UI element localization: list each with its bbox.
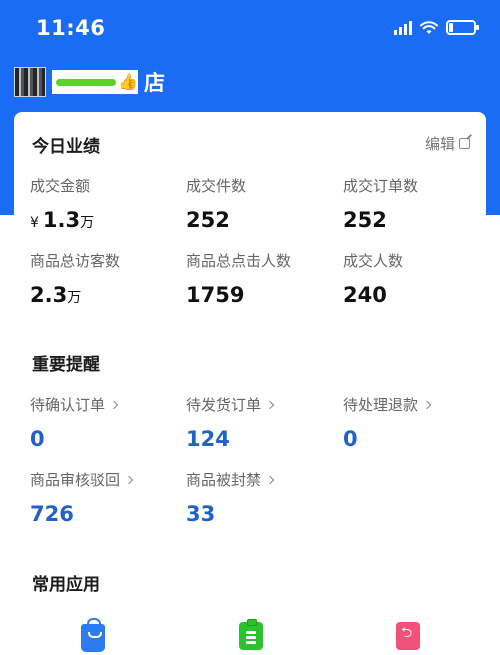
reminder-pending-confirm[interactable]: 待确认订单 0 xyxy=(30,394,180,451)
today-header: 今日业绩 编辑 xyxy=(14,112,486,168)
metric-label: 商品总访客数 xyxy=(30,252,121,270)
today-title: 今日业绩 xyxy=(32,137,100,157)
chevron-right-icon xyxy=(124,475,134,485)
store-avatar xyxy=(14,67,46,97)
reminder-pending-shipment[interactable]: 待发货订单 124 xyxy=(186,394,336,451)
wifi-icon xyxy=(420,20,438,34)
reminder-label: 待确认订单 xyxy=(30,394,180,415)
metric-label: 成交金额 xyxy=(30,177,91,195)
return-icon[interactable] xyxy=(396,622,420,650)
chevron-right-icon xyxy=(109,400,119,410)
metric-buyers: 成交人数 240 xyxy=(343,250,493,307)
metric-visitors: 商品总访客数 2.3万 xyxy=(30,250,180,307)
metric-value: 1759 xyxy=(186,283,245,307)
metric-label: 商品总点击人数 xyxy=(186,252,292,270)
metric-value: 252 xyxy=(343,208,387,232)
reminder-label: 待发货订单 xyxy=(186,394,336,415)
reminder-value: 726 xyxy=(30,502,74,526)
store-name-redacted: 👍 xyxy=(52,70,138,94)
store-name-suffix: 店 xyxy=(144,71,165,95)
cellular-signal-icon xyxy=(394,20,412,35)
reminder-value: 124 xyxy=(186,427,230,451)
battery-icon xyxy=(446,20,479,35)
reminder-value: 0 xyxy=(30,427,45,451)
edit-label: 编辑 xyxy=(424,135,455,153)
metric-value: 2.3万 xyxy=(30,283,82,307)
metric-label: 成交人数 xyxy=(343,252,404,270)
chevron-right-icon xyxy=(422,400,432,410)
metric-orders: 成交订单数 252 xyxy=(343,175,493,232)
apps-row xyxy=(14,618,486,655)
reminder-review-rejected[interactable]: 商品审核驳回 726 xyxy=(30,469,180,526)
metric-label: 成交件数 xyxy=(186,177,247,195)
metric-sales-amount: 成交金额 ¥1.3万 xyxy=(30,175,180,232)
dashboard-card: 今日业绩 编辑 成交金额 ¥1.3万 成交件数 252 成交订单数 252 商品… xyxy=(14,112,486,655)
metric-items-sold: 成交件数 252 xyxy=(186,175,336,232)
reminder-label: 商品审核驳回 xyxy=(30,469,180,490)
reminder-banned-products[interactable]: 商品被封禁 33 xyxy=(186,469,336,526)
edit-icon xyxy=(459,138,470,149)
metric-clicks: 商品总点击人数 1759 xyxy=(186,250,336,307)
reminder-label: 待处理退款 xyxy=(343,394,493,415)
metric-value: ¥1.3万 xyxy=(30,208,95,232)
chevron-right-icon xyxy=(265,400,275,410)
status-bar: 11:46 xyxy=(0,0,500,60)
store-header[interactable]: 👍 店 xyxy=(14,66,165,98)
metric-value: 252 xyxy=(186,208,230,232)
status-time: 11:46 xyxy=(36,16,106,40)
metric-value: 240 xyxy=(343,283,387,307)
reminder-value: 0 xyxy=(343,427,358,451)
status-icons xyxy=(394,20,479,35)
reminder-value: 33 xyxy=(186,502,216,526)
chevron-right-icon xyxy=(265,475,275,485)
apps-title: 常用应用 xyxy=(32,575,100,595)
edit-button[interactable]: 编辑 xyxy=(425,133,470,154)
shopping-bag-icon[interactable] xyxy=(81,618,105,652)
metric-label: 成交订单数 xyxy=(343,177,419,195)
reminder-label: 商品被封禁 xyxy=(186,469,336,490)
clipboard-list-icon[interactable] xyxy=(239,619,263,650)
reminder-pending-refund[interactable]: 待处理退款 0 xyxy=(343,394,493,451)
reminders-title: 重要提醒 xyxy=(32,355,100,375)
